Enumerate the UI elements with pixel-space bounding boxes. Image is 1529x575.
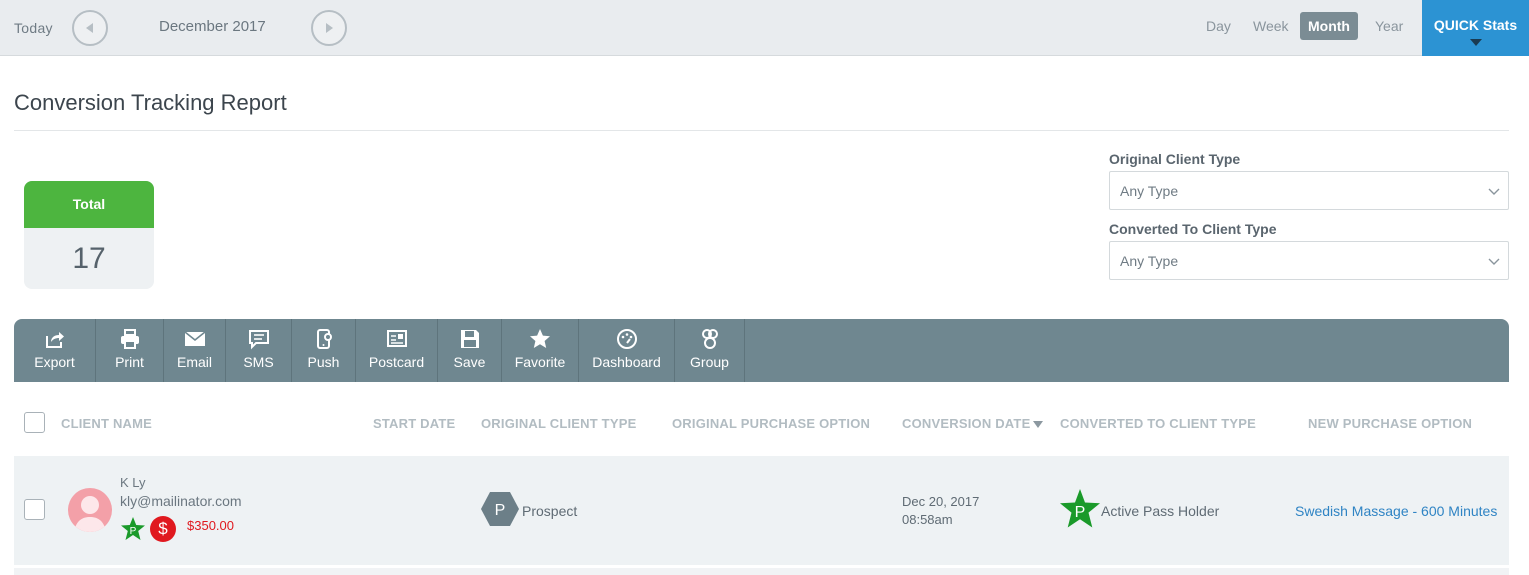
select-all-checkbox[interactable] [24, 412, 45, 433]
original-client-type-select[interactable]: Any Type [1109, 171, 1509, 210]
push-button[interactable]: Push [292, 319, 356, 382]
export-icon [45, 332, 64, 348]
today-button[interactable]: Today [14, 20, 53, 36]
view-tab-day[interactable]: Day [1198, 12, 1239, 40]
postcard-button[interactable]: Postcard [356, 319, 438, 382]
active-pass-holder-star-icon: P [1060, 489, 1100, 528]
original-type-letter: P [495, 502, 506, 519]
client-email[interactable]: kly@mailinator.com [120, 493, 242, 509]
divider [14, 130, 1509, 131]
mobile-push-icon [316, 329, 332, 349]
caret-down-icon [1470, 39, 1482, 46]
star-icon [530, 329, 550, 348]
avatar[interactable] [68, 488, 112, 532]
view-tab-month[interactable]: Month [1300, 12, 1358, 40]
email-label: Email [176, 354, 212, 370]
column-header-converted-client-type[interactable]: CONVERTED TO CLIENT TYPE [1060, 416, 1256, 431]
view-tab-year[interactable]: Year [1367, 12, 1411, 40]
column-header-conversion-date[interactable]: CONVERSION DATE [902, 416, 1044, 431]
postcard-label: Postcard [368, 354, 425, 370]
dollar-icon: $ [150, 516, 176, 542]
chevron-down-icon [1488, 258, 1500, 265]
action-toolbar: Export Print Email SMS Push Postcard Sav… [14, 319, 1509, 382]
person-silhouette-icon [74, 496, 106, 532]
column-header-start-date[interactable]: START DATE [373, 416, 455, 431]
current-period-label: December 2017 [159, 18, 266, 35]
converted-client-type-value: Any Type [1120, 253, 1179, 269]
original-client-type-value: Any Type [1120, 183, 1179, 199]
favorite-label: Favorite [514, 354, 566, 370]
column-header-original-client-type[interactable]: ORIGINAL CLIENT TYPE [481, 416, 636, 431]
conversion-time-cell: 08:58am [902, 512, 953, 527]
view-tab-week[interactable]: Week [1245, 12, 1297, 40]
sms-label: SMS [243, 354, 274, 370]
converted-client-type-cell: Active Pass Holder [1101, 503, 1220, 519]
next-period-button[interactable] [311, 10, 347, 46]
column-header-client-name[interactable]: CLIENT NAME [61, 416, 152, 431]
total-card-label: Total [24, 181, 154, 228]
original-client-type-label: Original Client Type [1109, 151, 1241, 167]
print-label: Print [115, 354, 144, 370]
push-label: Push [307, 354, 340, 370]
save-button[interactable]: Save [438, 319, 502, 382]
print-button[interactable]: Print [96, 319, 164, 382]
conversion-date-cell: Dec 20, 2017 [902, 494, 980, 509]
original-client-type-cell: Prospect [522, 503, 578, 519]
column-header-new-purchase-option[interactable]: NEW PURCHASE OPTION [1308, 416, 1472, 431]
triangle-left-icon [86, 23, 93, 33]
sort-descending-icon [1033, 421, 1044, 429]
converted-client-type-select[interactable]: Any Type [1109, 241, 1509, 280]
envelope-icon [184, 331, 205, 346]
chevron-down-icon [1488, 188, 1500, 195]
dashboard-gauge-icon [616, 329, 637, 349]
floppy-disk-icon [460, 330, 479, 348]
table-row-next [14, 568, 1509, 575]
printer-icon [120, 329, 139, 349]
table-row[interactable] [14, 456, 1509, 565]
row-checkbox[interactable] [24, 499, 45, 520]
page-title: Conversion Tracking Report [14, 90, 287, 115]
new-purchase-option-link[interactable]: Swedish Massage - 600 Minutes [1295, 503, 1497, 519]
export-label: Export [34, 354, 75, 370]
client-badge-letter: P [130, 526, 137, 537]
triangle-right-icon [326, 23, 333, 33]
total-card: Total 17 [24, 181, 154, 289]
quick-stats-button[interactable]: QUICK Stats [1422, 0, 1529, 56]
top-bar: Today December 2017 Day Week Month Year … [0, 0, 1529, 56]
client-amount: $350.00 [187, 518, 234, 533]
quick-stats-label: QUICK Stats [1433, 17, 1518, 33]
previous-period-button[interactable] [72, 10, 108, 46]
favorite-button[interactable]: Favorite [502, 319, 579, 382]
client-name[interactable]: K Ly [120, 475, 146, 490]
converted-client-type-label: Converted To Client Type [1109, 221, 1277, 237]
group-label: Group [690, 354, 729, 370]
conversion-date-header-label: CONVERSION DATE [902, 416, 1031, 431]
export-button[interactable]: Export [14, 319, 96, 382]
group-button[interactable]: Group [675, 319, 745, 382]
prospect-hexagon-icon: P [481, 492, 519, 526]
dashboard-label: Dashboard [592, 354, 661, 370]
total-card-value: 17 [72, 242, 106, 275]
chat-bubble-icon [248, 330, 269, 350]
column-header-original-purchase-option[interactable]: ORIGINAL PURCHASE OPTION [672, 416, 870, 431]
group-icon [701, 329, 718, 349]
dashboard-button[interactable]: Dashboard [579, 319, 675, 382]
converted-type-letter: P [1075, 504, 1086, 521]
pass-holder-star-icon: P [121, 517, 145, 540]
save-label: Save [453, 354, 486, 370]
postcard-icon [386, 330, 407, 347]
email-button[interactable]: Email [164, 319, 226, 382]
sms-button[interactable]: SMS [226, 319, 292, 382]
